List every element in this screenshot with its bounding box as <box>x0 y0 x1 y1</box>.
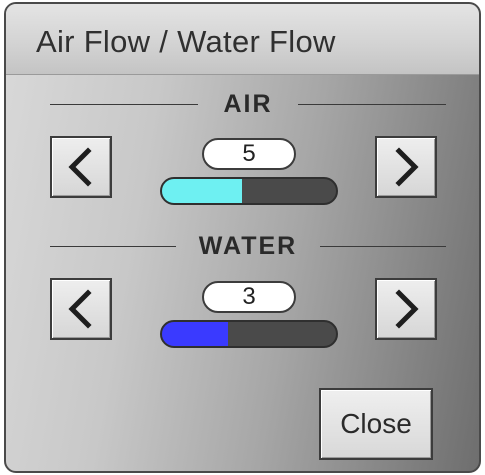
flow-dialog: Air Flow / Water Flow AIR 5 WATER 3 Clos… <box>4 2 481 473</box>
chevron-left-icon <box>68 289 92 329</box>
chevron-left-icon <box>68 147 92 187</box>
water-value: 3 <box>202 281 296 313</box>
chevron-right-icon <box>395 289 419 329</box>
air-increase-button[interactable] <box>375 136 437 198</box>
chevron-right-icon <box>395 147 419 187</box>
air-level-bar <box>160 177 338 205</box>
air-level-fill <box>162 179 243 203</box>
air-section-header: AIR <box>50 90 446 120</box>
water-level-bar <box>160 320 338 348</box>
water-decrease-button[interactable] <box>50 278 112 340</box>
air-value: 5 <box>202 138 296 170</box>
water-section-header: WATER <box>50 232 446 262</box>
air-divider-right <box>298 104 446 105</box>
water-divider-right <box>320 246 446 247</box>
air-decrease-button[interactable] <box>50 136 112 198</box>
water-level-fill <box>162 322 229 346</box>
title-bar: Air Flow / Water Flow <box>6 4 479 75</box>
dialog-title: Air Flow / Water Flow <box>36 24 336 59</box>
water-increase-button[interactable] <box>375 278 437 340</box>
close-button[interactable]: Close <box>319 388 433 460</box>
